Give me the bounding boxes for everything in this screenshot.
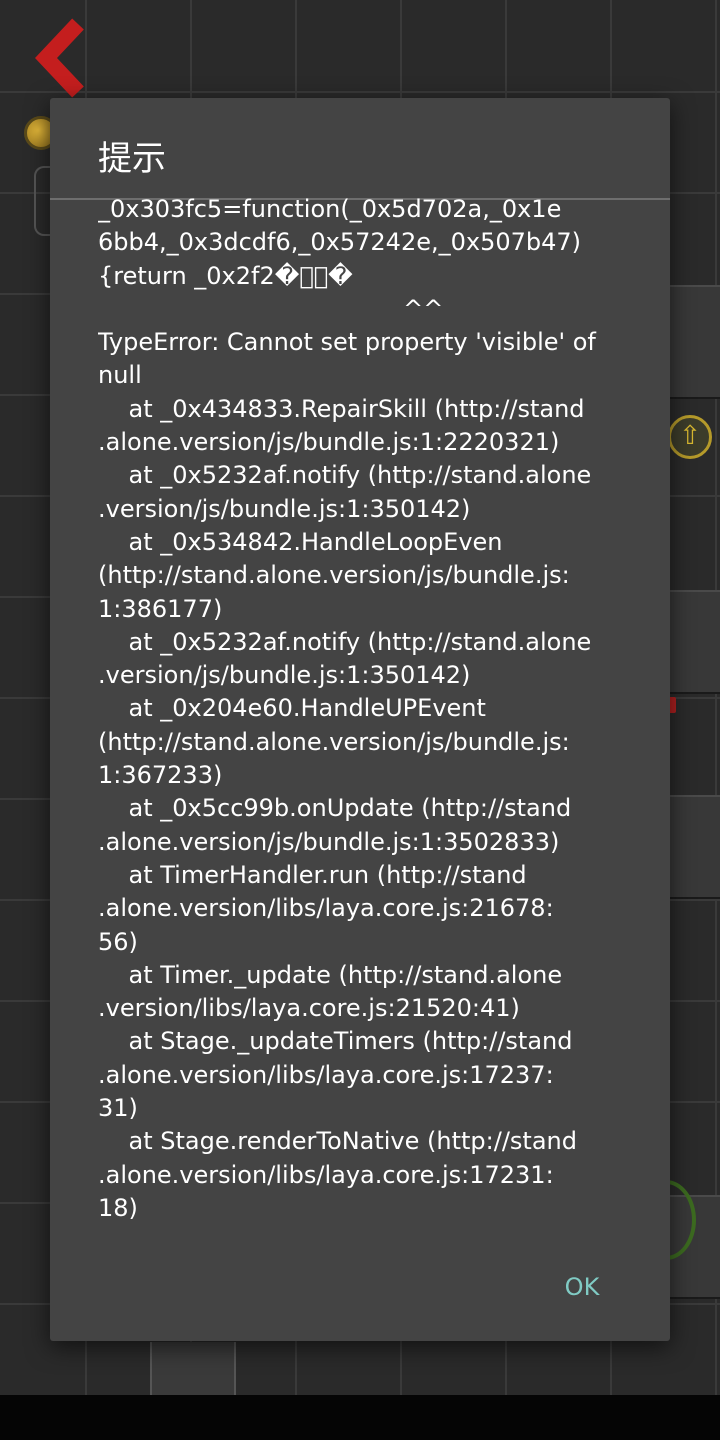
error-message-line: .version/js/bundle.js:1:350142) [98,661,471,690]
error-message-line: at _0x5cc99b.onUpdate (http://stand [98,794,572,823]
error-message-line: null [98,361,142,390]
error-message-line: at Timer._update (http://stand.alone [98,960,563,989]
error-message-line: .alone.version/libs/laya.core.js:21678: [98,894,554,923]
navigation-bar [0,1395,720,1440]
error-message-line: 1:367233) [98,761,223,790]
error-message-line: .version/libs/laya.core.js:21520:41) [98,994,520,1023]
error-message-line: at _0x534842.HandleLoopEven [98,527,503,556]
error-message-line: .alone.version/libs/laya.core.js:17237: [98,1060,554,1089]
error-message-line: 6bb4,_0x3dcdf6,_0x57242e,_0x507b47) [98,228,582,257]
error-message-line: 31) [98,1094,138,1123]
error-message-line: at _0x434833.RepairSkill (http://stand [98,394,585,423]
error-message: _0x303fc5=function(_0x5d702a,_0x1e 6bb4,… [98,193,628,1233]
side-panel [668,285,720,399]
error-message-line: at Stage._updateTimers (http://stand [98,1027,573,1056]
error-message-line: at _0x5232af.notify (http://stand.alone [98,461,592,490]
error-message-line: at TimerHandler.run (http://stand [98,860,527,889]
error-message-line: {return _0x2f2�  � [98,261,353,290]
dialog-title: 提示 [98,139,166,179]
error-dialog: 提示 _0x303fc5=function(_0x5d702a,_0x1e 6b… [50,98,670,1341]
error-message-line: .alone.version/js/bundle.js:1:3502833) [98,827,560,856]
side-panel [668,795,720,899]
ok-button[interactable]: OK [540,1263,624,1311]
error-message-line: (http://stand.alone.version/js/bundle.js… [98,727,570,756]
error-message-line: 1:386177) [98,594,223,623]
error-message-line: .alone.version/libs/laya.core.js:17231: [98,1160,554,1189]
error-message-line: 18) [98,1193,138,1222]
bottom-card [150,1342,236,1395]
back-arrow-icon[interactable] [34,18,94,98]
error-message-line: (http://stand.alone.version/js/bundle.js… [98,561,570,590]
error-message-line: at Stage.renderToNative (http://stand [98,1127,577,1156]
side-panel [668,590,720,694]
error-message-line: TypeError: Cannot set property 'visible'… [98,328,596,357]
error-message-line: ^^ [98,294,444,323]
error-message-line: _0x303fc5=function(_0x5d702a,_0x1e [98,195,562,223]
error-message-line: at _0x5232af.notify (http://stand.alone [98,627,592,656]
error-message-line: .version/js/bundle.js:1:350142) [98,494,471,523]
error-message-line: .alone.version/js/bundle.js:1:2220321) [98,428,560,457]
upgrade-arrow-icon: ⇧ [668,415,712,459]
error-message-line: 56) [98,927,138,956]
error-message-line: at _0x204e60.HandleUPEvent [98,694,486,723]
